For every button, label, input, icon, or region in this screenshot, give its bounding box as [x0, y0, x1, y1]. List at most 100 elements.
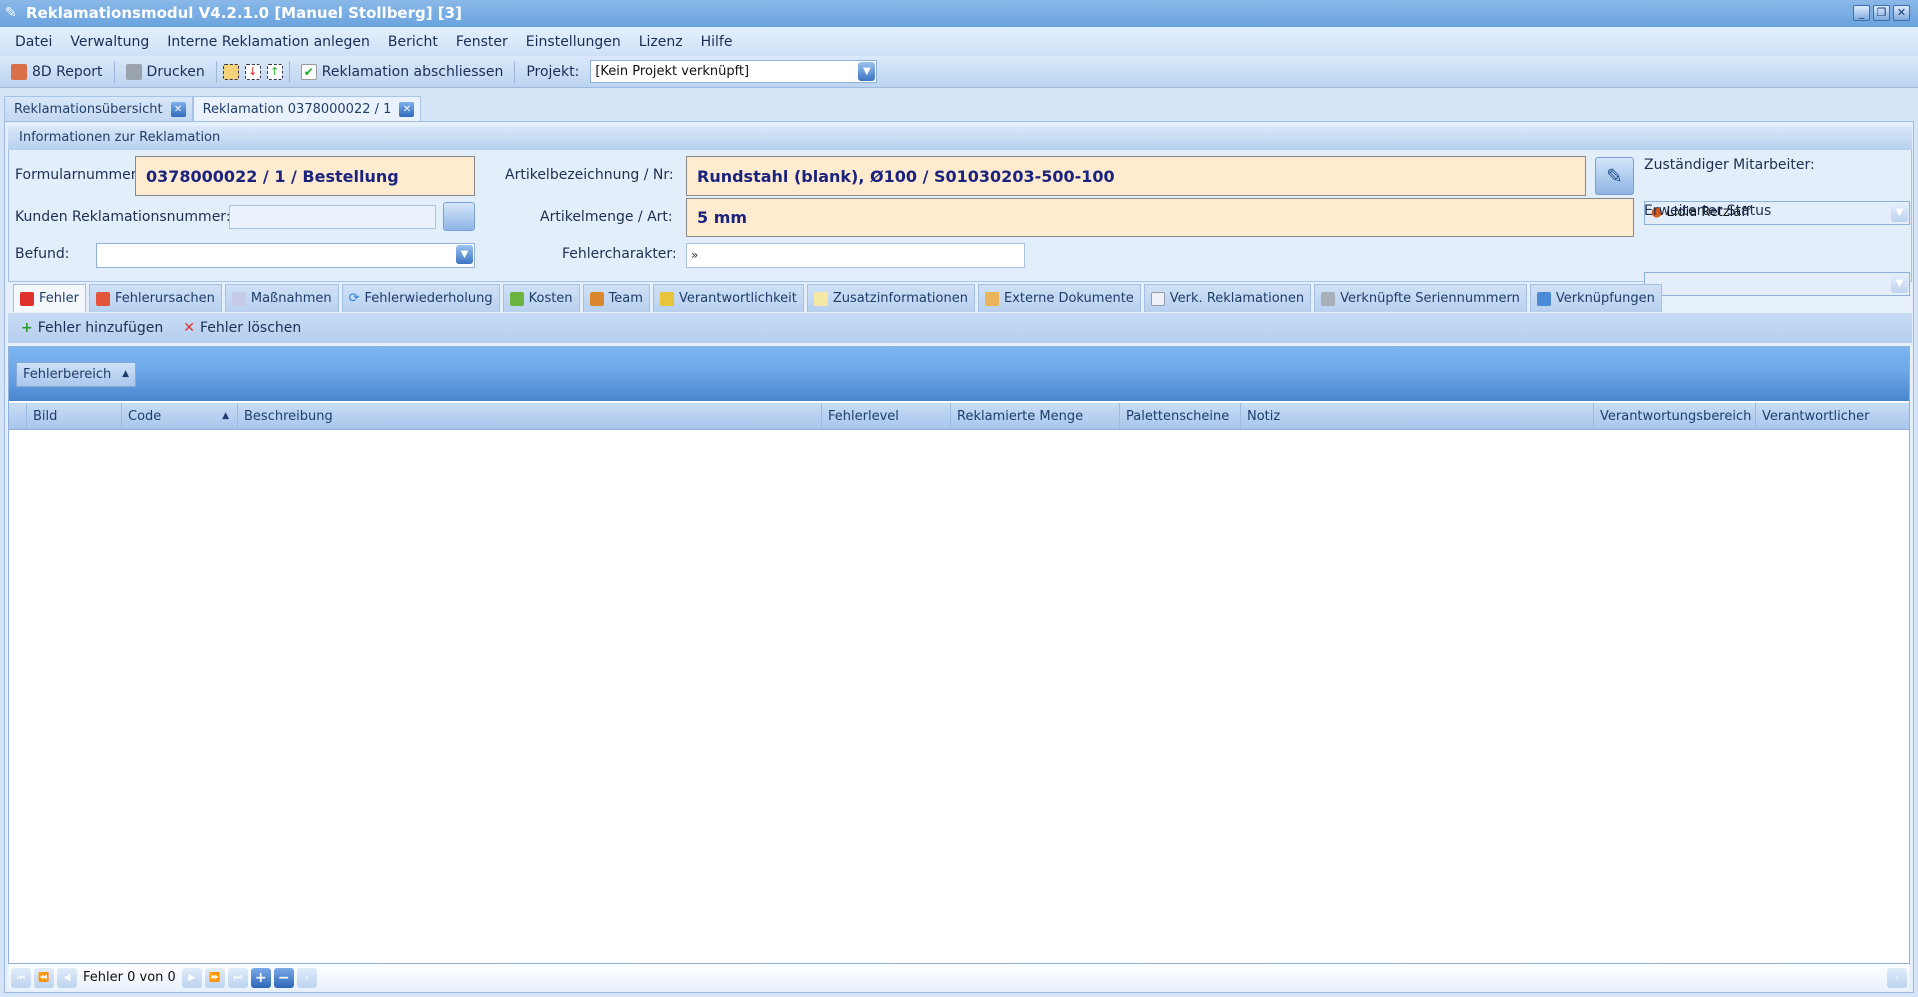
tab-verk-reklamationen[interactable]: Verk. Reklamationen: [1143, 284, 1312, 312]
column-header-code[interactable]: Code ▲: [122, 403, 238, 430]
tab-fehlerursachen[interactable]: Fehlerursachen: [88, 284, 222, 312]
tab-kosten[interactable]: Kosten: [502, 284, 580, 312]
next-record-icon[interactable]: ▶: [181, 967, 202, 988]
grid-header: Bild Code ▲ Beschreibung Fehlerlevel Rekl…: [9, 403, 1909, 430]
error-character-input[interactable]: »: [686, 243, 1025, 268]
tab-label: Verk. Reklamationen: [1169, 291, 1305, 306]
error-icon: [20, 291, 34, 306]
export-icon[interactable]: ↑: [266, 63, 283, 80]
quantity-field: 5 mm: [686, 198, 1634, 237]
edit-article-button[interactable]: ✎: [1595, 157, 1634, 195]
separator: [514, 60, 516, 83]
add-error-button[interactable]: + Fehler hinzufügen: [16, 318, 168, 338]
quantity-label: Artikelmenge / Art:: [540, 209, 673, 225]
app-icon: ✎: [5, 5, 17, 21]
menu-hilfe[interactable]: Hilfe: [692, 34, 742, 50]
scroll-right-icon[interactable]: ›: [1887, 967, 1907, 988]
extended-status-label: Erweiterter Status: [1644, 203, 1772, 219]
column-header-verantwortlicher[interactable]: Verantwortlicher: [1756, 403, 1909, 430]
menu-bericht[interactable]: Bericht: [379, 34, 447, 50]
delete-icon: ✕: [183, 320, 195, 336]
scroll-left-icon[interactable]: ‹: [296, 967, 317, 988]
error-toolbar: + Fehler hinzufügen ✕ Fehler löschen: [8, 313, 1912, 343]
project-label: Projekt:: [526, 63, 580, 80]
import-icon[interactable]: ↓: [244, 63, 261, 80]
checkmark-icon: ✔: [300, 63, 317, 80]
column-header-notiz[interactable]: Notiz: [1241, 403, 1594, 430]
first-page-icon[interactable]: ⏮: [11, 967, 31, 988]
close-tab-icon[interactable]: ✕: [399, 101, 415, 117]
tab-massnahmen[interactable]: Maßnahmen: [224, 284, 339, 312]
project-value: [Kein Projekt verknüpft]: [595, 64, 750, 79]
info-panel-header: Informationen zur Reklamation: [8, 126, 1912, 150]
column-header-reklamierte-menge[interactable]: Reklamierte Menge: [951, 403, 1120, 430]
tab-label: Fehler: [39, 291, 79, 306]
group-panel: [9, 347, 1909, 401]
tab-verknuepfungen[interactable]: Verknüpfungen: [1529, 284, 1662, 312]
close-claim-button[interactable]: ✔ Reklamation abschliessen: [296, 62, 509, 82]
column-header-bild[interactable]: Bild: [27, 403, 122, 430]
fit-icon[interactable]: [222, 63, 239, 80]
last-page-icon[interactable]: ⏭: [227, 967, 248, 988]
title-bar: Reklamationsmodul V4.2.1.0 [Manuel Stoll…: [0, 0, 1918, 27]
minimize-button[interactable]: _: [1853, 5, 1870, 21]
menu-bar: Datei Verwaltung Interne Reklamation anl…: [0, 27, 1918, 56]
menu-interne-reklamation[interactable]: Interne Reklamation anlegen: [158, 34, 379, 50]
customer-claim-button[interactable]: [443, 202, 475, 231]
error-grid: [8, 346, 1910, 964]
print-label: Drucken: [146, 63, 205, 80]
delete-error-button[interactable]: ✕ Fehler löschen: [178, 318, 306, 338]
chevron-down-icon: ▼: [456, 245, 473, 264]
customer-claim-label: Kunden Reklamationsnummer:: [15, 209, 231, 225]
project-select[interactable]: [Kein Projekt verknüpft] ▼: [590, 60, 878, 83]
finding-select[interactable]: ▼: [96, 243, 475, 268]
chevron-down-icon: ▼: [1891, 203, 1908, 222]
tab-verknuepfte-seriennummern[interactable]: Verknüpfte Seriennummern: [1314, 284, 1527, 312]
previous-page-icon[interactable]: ⏪: [34, 967, 54, 988]
extended-status-select[interactable]: ▼: [1644, 272, 1910, 296]
menu-lizenz[interactable]: Lizenz: [630, 34, 692, 50]
delete-record-icon[interactable]: −: [273, 967, 294, 988]
restore-button[interactable]: ❐: [1873, 5, 1890, 21]
links-icon: [1536, 291, 1551, 306]
menu-einstellungen[interactable]: Einstellungen: [517, 34, 630, 50]
tab-claim[interactable]: Reklamation 0378000022 / 1 ✕: [192, 96, 422, 121]
tab-label: Maßnahmen: [250, 291, 332, 306]
tab-label: Team: [608, 291, 643, 306]
previous-record-icon[interactable]: ◀: [57, 967, 77, 988]
delete-error-label: Fehler löschen: [199, 320, 302, 336]
print-button[interactable]: Drucken: [121, 62, 210, 82]
form-number-field: 0378000022 / 1 / Bestellung: [135, 156, 475, 196]
next-page-icon[interactable]: ⏩: [204, 967, 225, 988]
tab-externe-dokumente[interactable]: Externe Dokumente: [977, 284, 1141, 312]
employee-label: Zuständiger Mitarbeiter:: [1644, 157, 1815, 173]
sort-asc-icon: ▲: [122, 369, 129, 379]
tab-fehlerwiederholung[interactable]: ⟳ Fehlerwiederholung: [341, 284, 500, 312]
tab-fehler[interactable]: Fehler: [13, 284, 86, 312]
menu-fenster[interactable]: Fenster: [447, 34, 517, 50]
group-chip-fehlerbereich[interactable]: Fehlerbereich ▲: [16, 362, 136, 387]
column-label: Code: [128, 409, 162, 424]
article-value: Rundstahl (blank), Ø100 / S01030203-500-…: [697, 166, 1115, 186]
form-number-value: 0378000022 / 1 / Bestellung: [146, 166, 399, 186]
column-header-beschreibung[interactable]: Beschreibung: [238, 403, 822, 430]
menu-verwaltung[interactable]: Verwaltung: [61, 34, 158, 50]
tab-overview[interactable]: Reklamationsübersicht ✕: [4, 96, 193, 121]
customer-claim-input[interactable]: [229, 205, 436, 229]
tab-verantwortlichkeit[interactable]: Verantwortlichkeit: [652, 284, 804, 312]
8d-report-button[interactable]: 8D Report: [6, 62, 108, 82]
column-header-palettenscheine[interactable]: Palettenscheine: [1120, 403, 1241, 430]
close-tab-icon[interactable]: ✕: [170, 101, 186, 117]
column-header-verantwortungsbereich[interactable]: Verantwortungsbereich: [1594, 403, 1756, 430]
menu-datei[interactable]: Datei: [6, 34, 61, 50]
responsibility-icon: [659, 291, 674, 306]
separator: [288, 60, 290, 83]
tab-zusatzinformationen[interactable]: Zusatzinformationen: [806, 284, 975, 312]
toolbar: 8D Report Drucken ↓ ↑ ✔ Reklamation absch…: [0, 56, 1918, 88]
add-record-icon[interactable]: +: [250, 967, 271, 988]
tab-label: Verknüpfte Seriennummern: [1340, 291, 1520, 306]
tab-team[interactable]: Team: [582, 284, 650, 312]
close-button[interactable]: ✕: [1893, 5, 1910, 21]
column-header-fehlerlevel[interactable]: Fehlerlevel: [822, 403, 951, 430]
error-character-value: »: [691, 248, 699, 262]
